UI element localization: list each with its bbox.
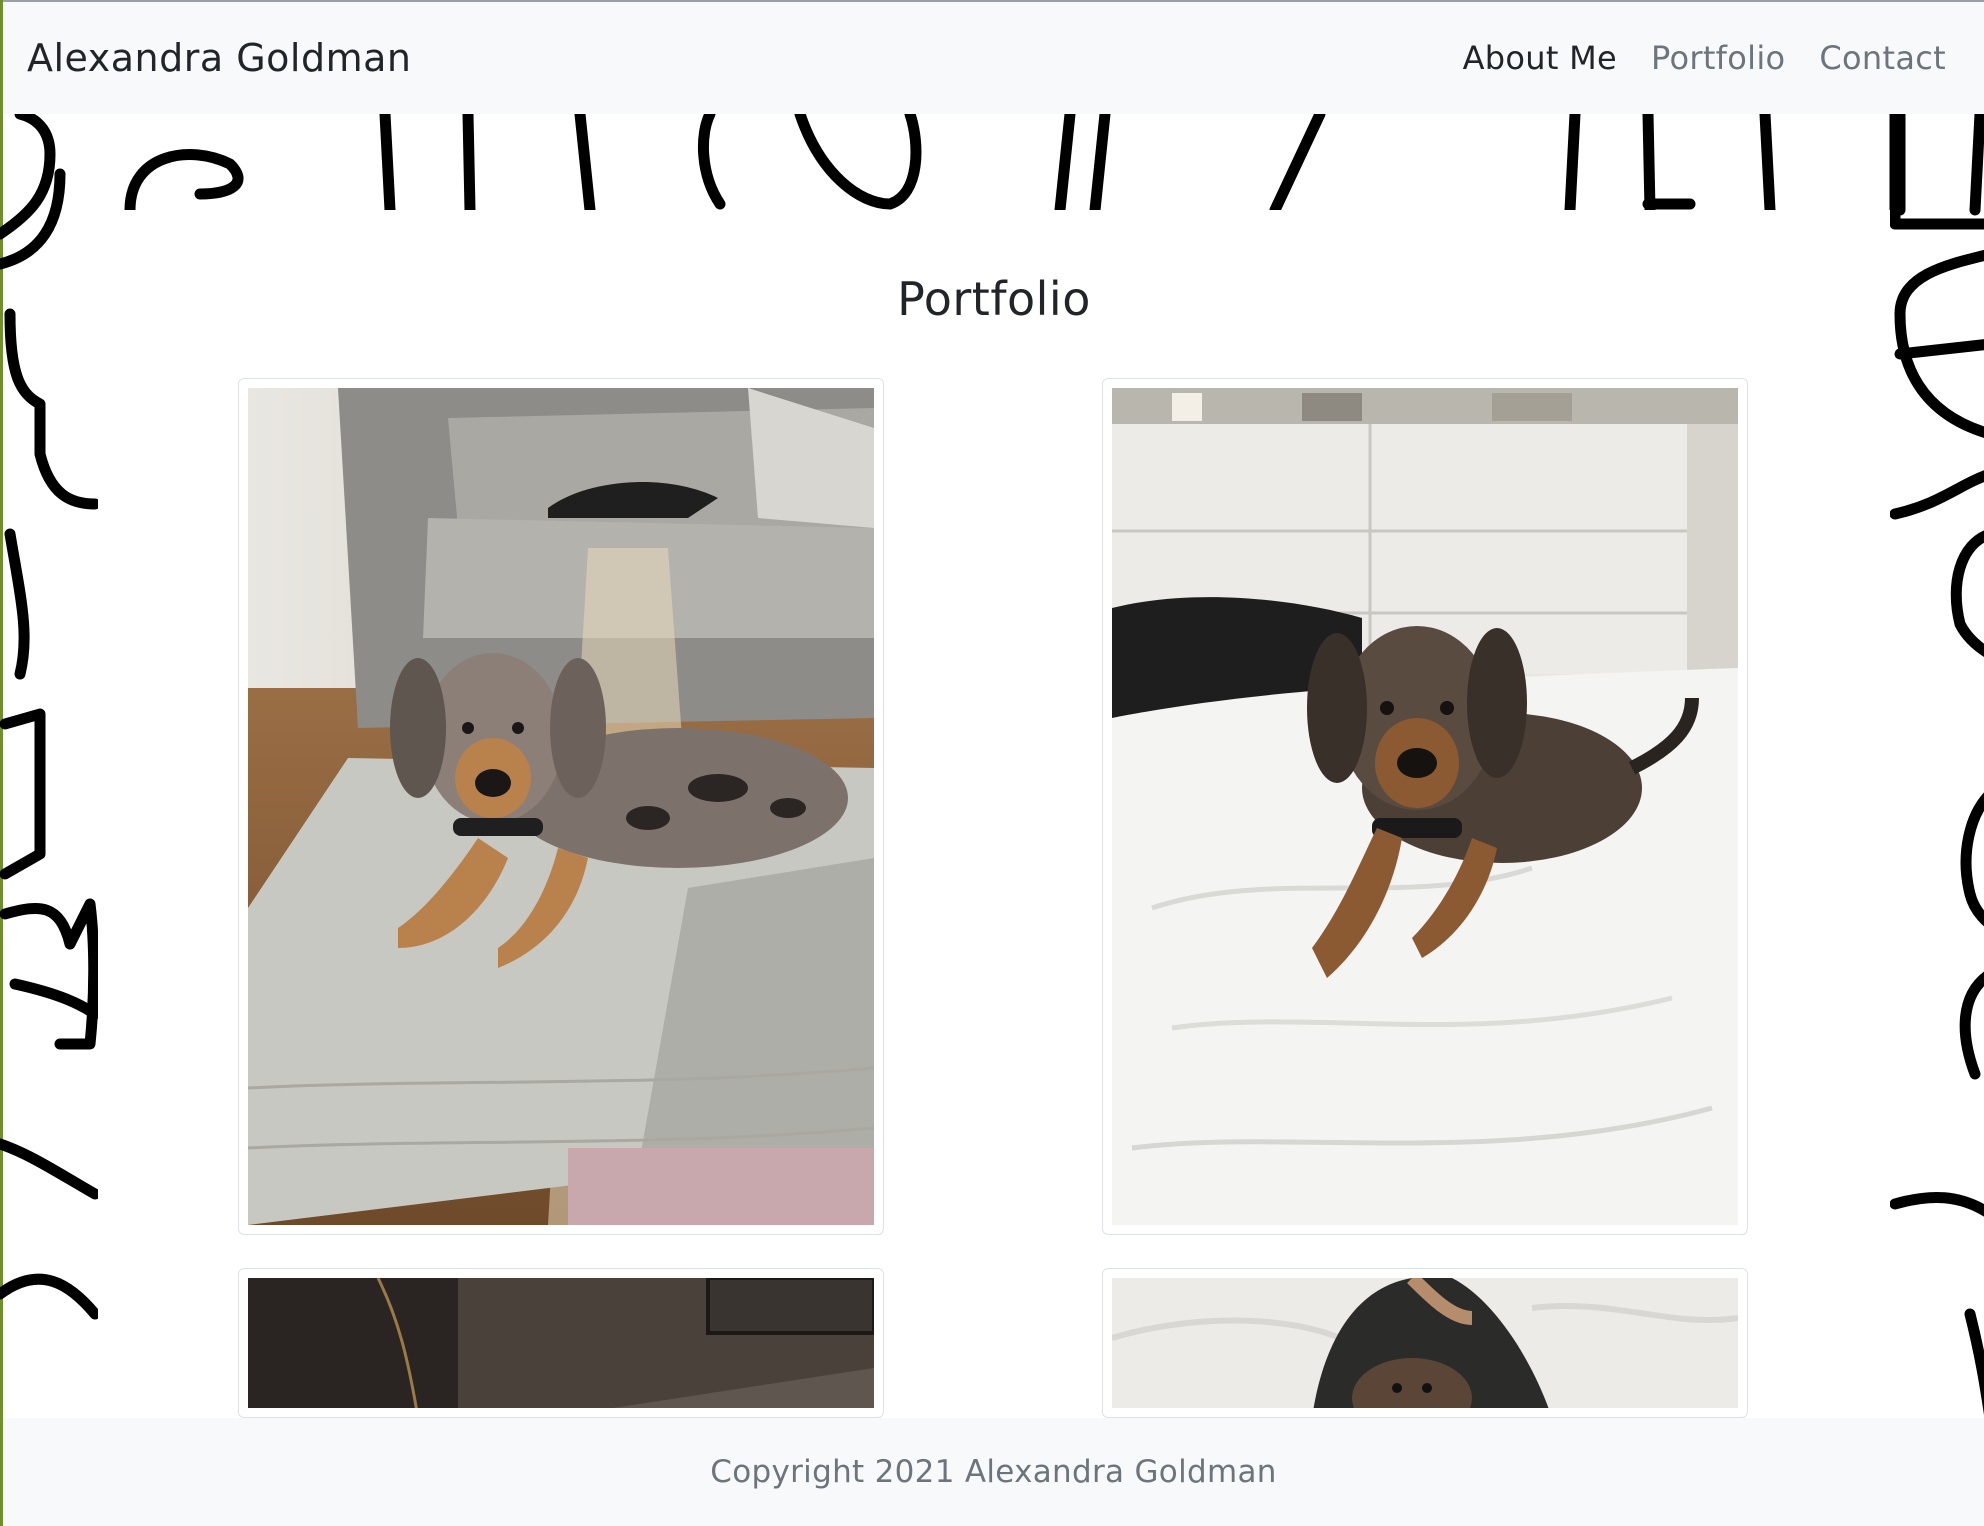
portfolio-section: Portfolio [98, 210, 1890, 1418]
footer: Copyright 2021 Alexandra Goldman [3, 1418, 1984, 1526]
nav-links: About Me Portfolio Contact [1463, 39, 1946, 77]
page-title: Portfolio [897, 272, 1091, 326]
navbar: Alexandra Goldman About Me Portfolio Con… [3, 2, 1984, 114]
dog-photo-bed [1112, 388, 1738, 1225]
portfolio-photo-1[interactable] [238, 378, 884, 1235]
nav-link-about-me[interactable]: About Me [1463, 39, 1617, 77]
portfolio-photo-3[interactable] [238, 1268, 884, 1418]
portfolio-photo-2[interactable] [1102, 378, 1748, 1235]
dog-on-bed-photo [1112, 1278, 1738, 1408]
browser-viewport: Alexandra Goldman About Me Portfolio Con… [0, 0, 1984, 1526]
brand-link[interactable]: Alexandra Goldman [27, 36, 412, 80]
portfolio-photo-4[interactable] [1102, 1268, 1748, 1418]
dark-room-photo [248, 1278, 874, 1408]
dog-photo-cushion [248, 388, 874, 1225]
nav-link-portfolio[interactable]: Portfolio [1651, 39, 1785, 77]
nav-link-contact[interactable]: Contact [1819, 39, 1946, 77]
copyright-text: Copyright 2021 Alexandra Goldman [710, 1454, 1277, 1490]
